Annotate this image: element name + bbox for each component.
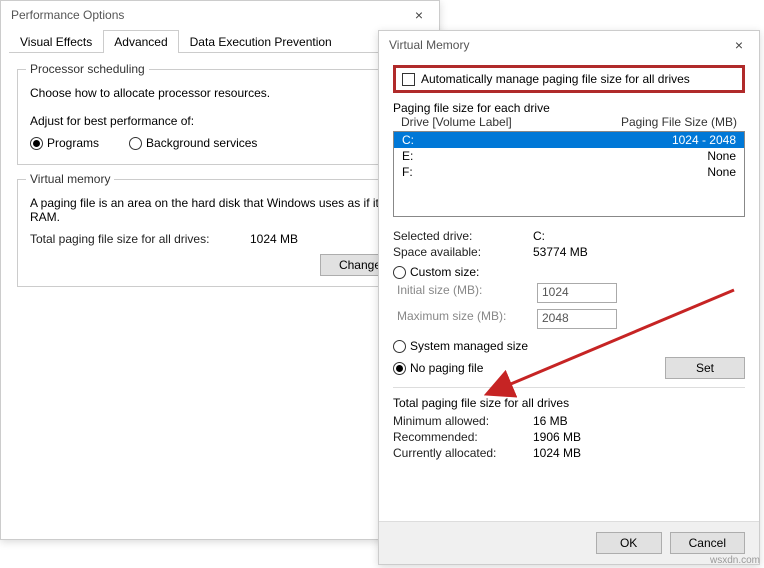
- perf-titlebar: Performance Options ×: [1, 1, 439, 29]
- cur-label: Currently allocated:: [393, 446, 533, 460]
- drive-row[interactable]: E: None: [394, 148, 744, 164]
- custom-size-label: Custom size:: [410, 265, 479, 279]
- radio-programs-label: Programs: [47, 136, 99, 150]
- radio-icon: [30, 137, 43, 150]
- drive-size: None: [707, 149, 736, 163]
- vm-desc: A paging file is an area on the hard dis…: [30, 196, 410, 224]
- watermark: wsxdn.com: [710, 555, 760, 566]
- total-paging-value: 1024 MB: [250, 232, 298, 246]
- performance-options-window: Performance Options × Visual Effects Adv…: [0, 0, 440, 540]
- radio-icon: [393, 362, 406, 375]
- rec-value: 1906 MB: [533, 430, 581, 444]
- initial-size-label: Initial size (MB):: [397, 283, 537, 303]
- tab-dep[interactable]: Data Execution Prevention: [179, 30, 343, 53]
- initial-size-input[interactable]: 1024: [537, 283, 617, 303]
- close-icon[interactable]: ×: [409, 7, 429, 23]
- col-size: Paging File Size (MB): [621, 115, 737, 129]
- selected-drive-value: C:: [533, 229, 545, 243]
- selected-drive-label: Selected drive:: [393, 229, 533, 243]
- drive-letter: C:: [402, 133, 414, 147]
- radio-system-managed[interactable]: System managed size: [393, 339, 745, 353]
- min-label: Minimum allowed:: [393, 414, 533, 428]
- virtual-memory-section: Virtual memory A paging file is an area …: [17, 179, 423, 287]
- totals-title: Total paging file size for all drives: [393, 396, 745, 410]
- radio-programs[interactable]: Programs: [30, 136, 99, 150]
- drive-size: 1024 - 2048: [672, 133, 736, 147]
- cur-value: 1024 MB: [533, 446, 581, 460]
- vm-titlebar: Virtual Memory ×: [379, 31, 759, 59]
- tab-visual-effects[interactable]: Visual Effects: [9, 30, 103, 53]
- vm-title: Virtual Memory: [389, 38, 469, 52]
- col-drive: Drive [Volume Label]: [401, 115, 512, 129]
- processor-scheduling-section: Processor scheduling Choose how to alloc…: [17, 69, 423, 165]
- drive-size: None: [707, 165, 736, 179]
- space-label: Space available:: [393, 245, 533, 259]
- cancel-button[interactable]: Cancel: [670, 532, 745, 554]
- max-size-label: Maximum size (MB):: [397, 309, 537, 329]
- max-size-input[interactable]: 2048: [537, 309, 617, 329]
- section-title: Virtual memory: [26, 172, 114, 186]
- sched-desc: Choose how to allocate processor resourc…: [30, 86, 410, 100]
- drive-letter: E:: [402, 149, 413, 163]
- close-icon[interactable]: ×: [729, 37, 749, 53]
- total-paging-label: Total paging file size for all drives:: [30, 232, 250, 246]
- adjust-label: Adjust for best performance of:: [30, 114, 410, 128]
- radio-icon: [393, 340, 406, 353]
- drive-list[interactable]: C: 1024 - 2048 E: None F: None: [393, 131, 745, 217]
- perf-title: Performance Options: [11, 8, 124, 22]
- drive-letter: F:: [402, 165, 413, 179]
- radio-no-paging-file[interactable]: No paging file: [393, 361, 483, 375]
- system-managed-label: System managed size: [410, 339, 528, 353]
- drive-row[interactable]: C: 1024 - 2048: [394, 132, 744, 148]
- radio-custom-size[interactable]: Custom size:: [393, 265, 745, 279]
- min-value: 16 MB: [533, 414, 568, 428]
- dialog-footer: OK Cancel: [379, 521, 759, 564]
- auto-manage-row[interactable]: Automatically manage paging file size fo…: [393, 65, 745, 93]
- set-button[interactable]: Set: [665, 357, 745, 379]
- drive-row[interactable]: F: None: [394, 164, 744, 180]
- radio-bg-label: Background services: [146, 136, 257, 150]
- checkbox-icon[interactable]: [402, 73, 415, 86]
- section-title: Processor scheduling: [26, 62, 149, 76]
- each-drive-label: Paging file size for each drive: [393, 101, 745, 115]
- ok-button[interactable]: OK: [596, 532, 662, 554]
- perf-tabs: Visual Effects Advanced Data Execution P…: [9, 29, 431, 53]
- radio-background-services[interactable]: Background services: [129, 136, 257, 150]
- no-paging-label: No paging file: [410, 361, 483, 375]
- space-value: 53774 MB: [533, 245, 588, 259]
- radio-icon: [129, 137, 142, 150]
- rec-label: Recommended:: [393, 430, 533, 444]
- radio-icon: [393, 266, 406, 279]
- tab-advanced[interactable]: Advanced: [103, 30, 178, 53]
- auto-manage-label: Automatically manage paging file size fo…: [421, 72, 690, 86]
- virtual-memory-dialog: Virtual Memory × Automatically manage pa…: [378, 30, 760, 565]
